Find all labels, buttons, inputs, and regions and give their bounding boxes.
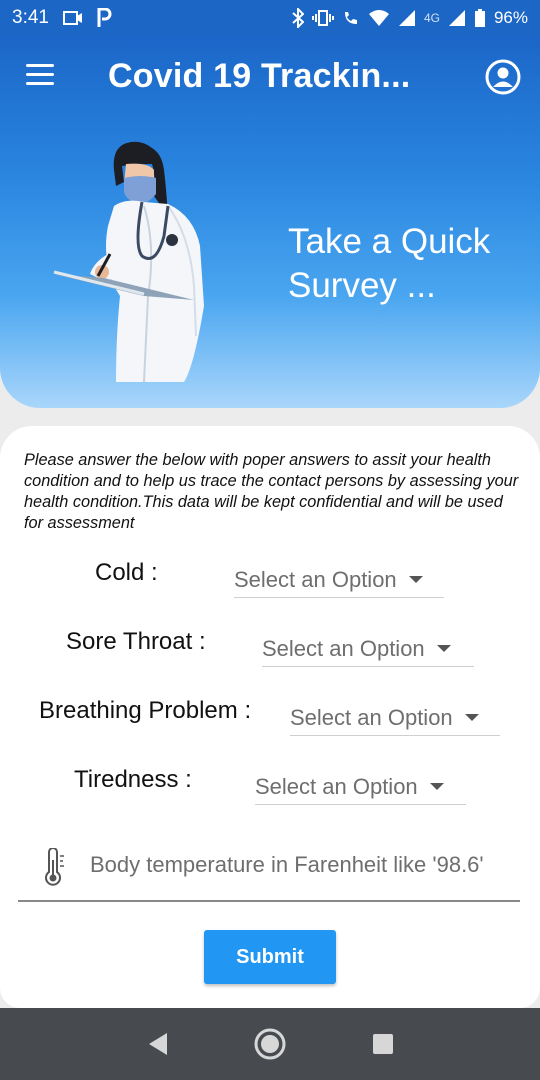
question-label-cold: Cold : (95, 559, 158, 586)
select-breathing-problem-value: Select an Option (290, 704, 453, 730)
account-circle-icon[interactable] (484, 58, 522, 96)
doctor-illustration (53, 141, 204, 383)
network-type-label: 4G (423, 11, 440, 25)
wifi-icon (368, 10, 390, 26)
question-label-tiredness: Tiredness : (74, 766, 192, 793)
battery-icon (474, 8, 486, 28)
back-icon[interactable] (137, 1024, 177, 1064)
recents-icon[interactable] (363, 1024, 403, 1064)
system-nav-bar (0, 1008, 540, 1080)
call-4g-icon (342, 9, 360, 27)
hero-tagline-line1: Take a Quick (288, 222, 491, 261)
app-bar: Covid 19 Trackin... (0, 36, 540, 120)
select-sore-throat[interactable]: Select an Option (262, 631, 474, 667)
chevron-down-icon (436, 645, 451, 652)
signal-icon (398, 9, 416, 27)
cast-icon (62, 11, 83, 25)
survey-intro-text: Please answer the below with poper answe… (24, 451, 519, 532)
hero-tagline-line2: Survey ... (288, 266, 436, 305)
select-tiredness[interactable]: Select an Option (255, 769, 466, 805)
chevron-down-icon (429, 783, 444, 790)
select-breathing-problem[interactable]: Select an Option (290, 700, 500, 736)
home-icon[interactable] (250, 1024, 290, 1064)
hamburger-menu-icon[interactable] (26, 64, 56, 88)
hero-header: Covid 19 Trackin... Take a Quick Survey … (0, 36, 540, 408)
signal-icon-2 (448, 9, 466, 27)
status-time: 3:41 (12, 7, 49, 28)
vibrate-icon (311, 9, 334, 27)
chevron-down-icon (408, 576, 423, 583)
select-tiredness-value: Select an Option (255, 773, 418, 799)
temperature-input[interactable] (90, 852, 520, 878)
question-label-sore-throat: Sore Throat : (66, 628, 206, 655)
bluetooth-icon (292, 8, 304, 28)
status-bar: 3:41 4G 96% (0, 0, 540, 36)
submit-button[interactable]: Submit (204, 930, 336, 984)
battery-level: 96% (493, 8, 528, 27)
select-cold-value: Select an Option (234, 566, 397, 592)
app-title: Covid 19 Trackin... (108, 57, 411, 95)
hero-tagline: Take a Quick Survey ... (288, 220, 528, 308)
question-label-breathing-problem: Breathing Problem : (39, 697, 252, 724)
survey-card: Please answer the below with poper answe… (0, 426, 540, 1008)
select-sore-throat-value: Select an Option (262, 635, 425, 661)
chevron-down-icon (464, 714, 479, 721)
temperature-field[interactable] (18, 834, 520, 902)
parking-icon (97, 8, 113, 28)
select-cold[interactable]: Select an Option (234, 562, 444, 598)
thermometer-icon (45, 848, 64, 886)
